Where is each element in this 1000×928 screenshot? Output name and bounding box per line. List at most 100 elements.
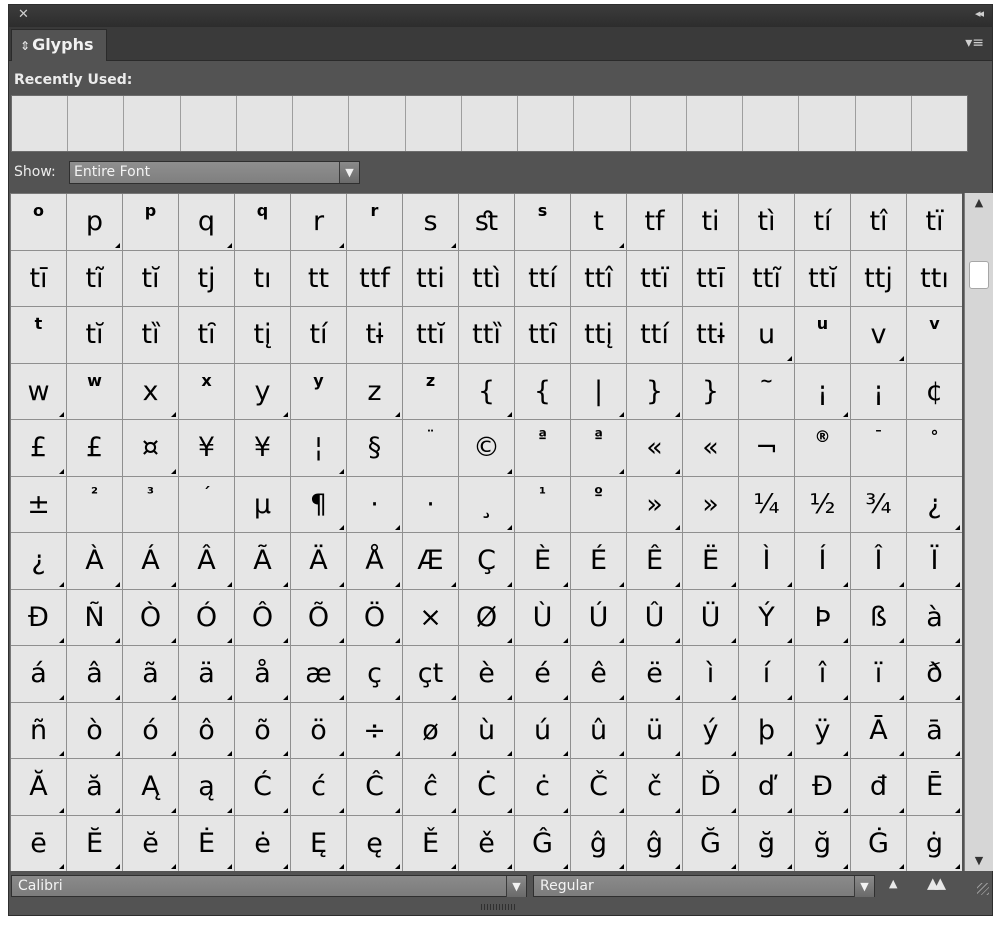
glyph-cell[interactable]: v [907, 307, 962, 364]
glyph-cell[interactable]: č [627, 759, 683, 816]
glyph-cell[interactable]: ì [683, 646, 739, 703]
glyph-cell[interactable]: ċ [515, 759, 571, 816]
resize-grip[interactable] [977, 883, 989, 895]
glyph-cell[interactable]: x [179, 363, 235, 420]
glyph-cell[interactable]: ttĭ [795, 250, 851, 307]
glyph-cell[interactable]: Đ [795, 759, 851, 816]
glyph-cell[interactable]: ª [571, 420, 627, 477]
glyph-cell[interactable]: Ě [403, 815, 459, 871]
glyph-cell[interactable]: ttï [627, 250, 683, 307]
glyph-cell[interactable]: ½ [795, 476, 851, 533]
glyph-cell[interactable]: ttȋ [515, 307, 571, 364]
glyph-cell[interactable]: ğ [739, 815, 795, 871]
glyph-cell[interactable]: ¤ [123, 420, 179, 477]
glyph-cell[interactable]: ô [179, 702, 235, 759]
glyph-cell[interactable]: Ė [179, 815, 235, 871]
glyph-cell[interactable]: r [291, 194, 347, 251]
glyph-cell[interactable]: ± [11, 476, 67, 533]
glyph-cell[interactable]: q [235, 194, 291, 251]
glyph-cell[interactable]: tf [627, 194, 683, 251]
glyph-cell[interactable]: ¬ [739, 420, 795, 477]
glyph-cell[interactable]: ttî [571, 250, 627, 307]
glyph-cell[interactable]: § [347, 420, 403, 477]
glyph-cell[interactable]: tï [907, 194, 962, 251]
glyph-cell[interactable]: ¿ [11, 533, 67, 590]
glyph-cell[interactable]: ¡ [851, 363, 907, 420]
glyph-cell[interactable]: à [907, 589, 962, 646]
zoom-out-icon[interactable]: ▲ [889, 877, 897, 890]
glyph-cell[interactable]: ttĭ [403, 307, 459, 364]
glyph-cell[interactable]: ttı [907, 250, 962, 307]
recent-glyph-cell[interactable] [630, 96, 687, 151]
glyph-cell[interactable]: ĕ [123, 815, 179, 871]
glyph-cell[interactable]: Ç [459, 533, 515, 590]
glyph-cell[interactable]: tí [291, 307, 347, 364]
recent-glyph-cell[interactable] [799, 96, 856, 151]
glyph-cell[interactable]: ò [67, 702, 123, 759]
panel-menu-icon[interactable]: ▾≡ [965, 35, 984, 51]
glyph-cell[interactable]: Ó [179, 589, 235, 646]
tab-glyphs[interactable]: ⇕ Glyphs [11, 29, 107, 61]
glyph-cell[interactable]: ï [851, 646, 907, 703]
glyph-cell[interactable]: Ù [515, 589, 571, 646]
glyph-cell[interactable]: Ċ [459, 759, 515, 816]
glyph-cell[interactable]: Ð [11, 589, 67, 646]
glyph-cell[interactable]: tî [851, 194, 907, 251]
recent-glyph-cell[interactable] [686, 96, 744, 151]
glyph-cell[interactable]: ti [683, 194, 739, 251]
glyph-cell[interactable]: Æ [403, 533, 459, 590]
glyph-cell[interactable]: ¸ [459, 476, 515, 533]
glyph-cell[interactable]: ė [235, 815, 291, 871]
glyph-cell[interactable]: v [851, 307, 907, 364]
glyph-cell[interactable]: ´ [179, 476, 235, 533]
glyph-cell[interactable]: ý [683, 702, 739, 759]
glyph-cell[interactable]: Ĝ [515, 815, 571, 871]
glyph-cell[interactable]: ¶ [291, 476, 347, 533]
glyph-cell[interactable]: tĭ [67, 307, 123, 364]
glyph-cell[interactable]: ě [459, 815, 515, 871]
glyph-cell[interactable]: Ñ [67, 589, 123, 646]
glyph-cell[interactable]: ø [403, 702, 459, 759]
glyph-cell[interactable]: ó [123, 702, 179, 759]
glyph-cell[interactable]: å [235, 646, 291, 703]
glyph-cell[interactable]: Ê [627, 533, 683, 590]
glyph-cell[interactable]: · [403, 476, 459, 533]
glyph-cell[interactable]: £ [11, 420, 67, 477]
chevron-down-icon[interactable]: ▼ [339, 162, 359, 183]
glyph-cell[interactable]: Č [571, 759, 627, 816]
glyph-cell[interactable]: ď [739, 759, 795, 816]
glyph-cell[interactable]: Ē [907, 759, 962, 816]
scroll-up-icon[interactable]: ▲ [965, 193, 993, 213]
glyph-cell[interactable]: tĩ [67, 250, 123, 307]
glyph-cell[interactable]: á [11, 646, 67, 703]
close-icon[interactable]: ✕ [18, 7, 29, 22]
recent-glyph-cell[interactable] [349, 96, 406, 151]
glyph-cell[interactable]: ÷ [347, 702, 403, 759]
glyph-cell[interactable]: ù [459, 702, 515, 759]
glyph-cell[interactable]: ê [571, 646, 627, 703]
glyph-cell[interactable]: Ć [235, 759, 291, 816]
chevron-down-icon[interactable]: ▼ [506, 876, 526, 897]
glyph-cell[interactable]: o [11, 194, 67, 251]
glyph-scrollbar[interactable]: ▲ ▼ [964, 193, 993, 871]
glyph-cell[interactable]: ttī [683, 250, 739, 307]
glyph-cell[interactable]: ę [347, 815, 403, 871]
glyph-cell[interactable]: ² [67, 476, 123, 533]
recent-glyph-cell[interactable] [124, 96, 181, 151]
glyph-cell[interactable]: · [347, 476, 403, 533]
glyph-cell[interactable]: Ą [123, 759, 179, 816]
glyph-cell[interactable]: Õ [291, 589, 347, 646]
glyph-cell[interactable]: ë [627, 646, 683, 703]
glyph-cell[interactable]: Ā [851, 702, 907, 759]
glyph-cell[interactable]: æ [291, 646, 347, 703]
glyph-cell[interactable]: Ë [683, 533, 739, 590]
glyph-cell[interactable]: ttj [851, 250, 907, 307]
glyph-cell[interactable]: « [627, 420, 683, 477]
panel-drag-handle[interactable] [481, 904, 517, 910]
glyph-cell[interactable]: Ã [235, 533, 291, 590]
glyph-cell[interactable]: ÿ [795, 702, 851, 759]
recent-glyph-cell[interactable] [518, 96, 575, 151]
glyph-cell[interactable]: » [627, 476, 683, 533]
glyph-cell[interactable]: u [739, 307, 795, 364]
glyph-cell[interactable]: ttȉ [459, 307, 515, 364]
